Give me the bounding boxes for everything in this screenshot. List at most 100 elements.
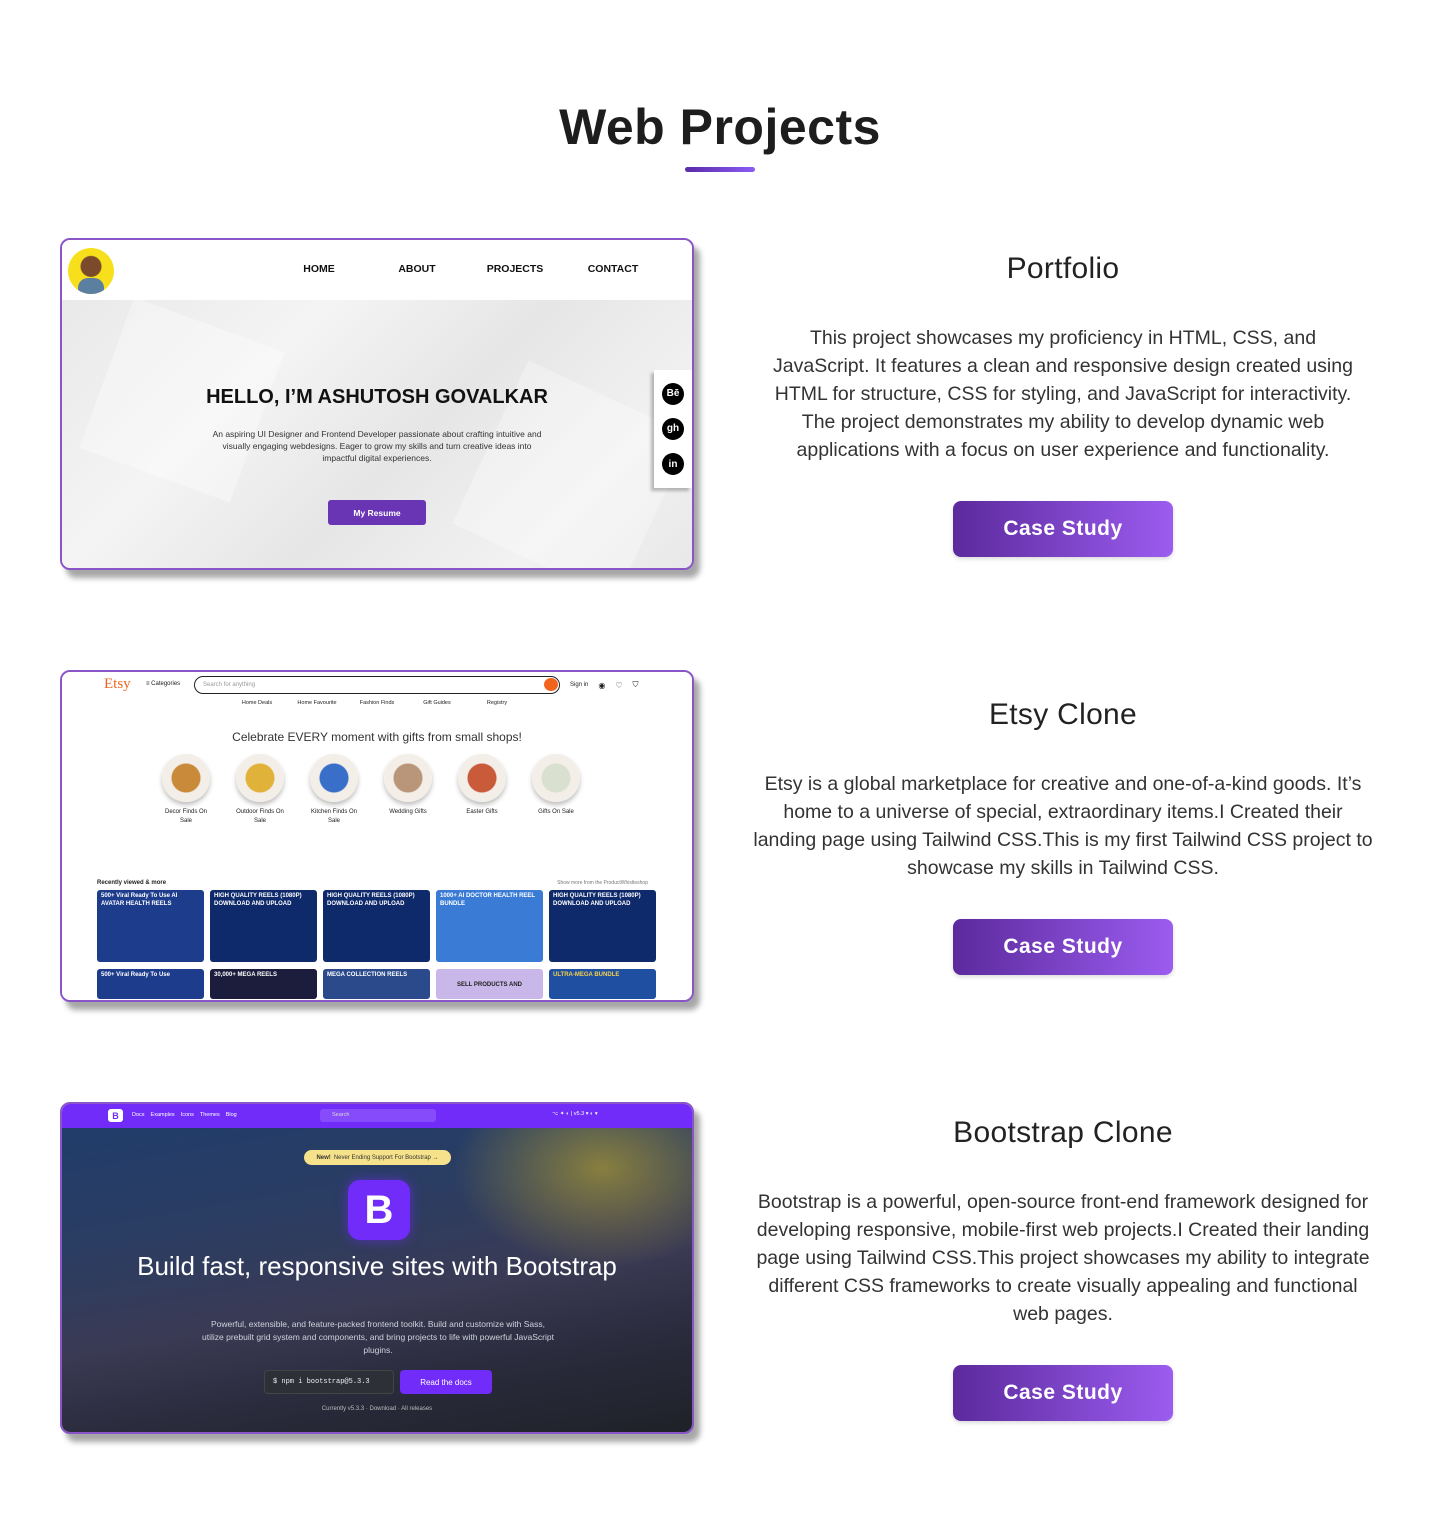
product-tile[interactable]: 1000+ AI DOCTOR HEALTH REEL BUNDLE: [436, 890, 543, 962]
subnav-item[interactable]: Registry: [467, 700, 527, 706]
avatar: [68, 248, 114, 294]
current-version: Currently v5.3.3 · Download · All releas…: [321, 1406, 433, 1412]
bootstrap-big-logo: B: [348, 1180, 410, 1240]
product-tile-text: HIGH QUALITY REELS (1080P) DOWNLOAD AND …: [214, 893, 302, 907]
show-more-link[interactable]: Show more from the ProductWhistleshop: [557, 880, 648, 886]
category-item[interactable]: Decor Finds On Sale: [162, 754, 210, 826]
product-tile-text: HIGH QUALITY REELS (1080P) DOWNLOAD AND …: [553, 893, 641, 907]
sign-in-link[interactable]: Sign in: [570, 682, 588, 688]
bootstrap-search-input[interactable]: Search: [320, 1109, 436, 1122]
product-tile[interactable]: 30,000+ MEGA REELS: [210, 969, 317, 999]
bootstrap-hero: New! Never Ending Support For Bootstrap →…: [62, 1128, 692, 1432]
heart-icon[interactable]: ♡: [615, 681, 622, 690]
badge-text: Never Ending Support For Bootstrap →: [333, 1154, 439, 1161]
subnav-item[interactable]: Gift Guides: [407, 700, 467, 706]
nav-projects[interactable]: PROJECTS: [466, 263, 564, 275]
category-image: [236, 754, 284, 802]
product-tile[interactable]: SELL PRODUCTS AND: [436, 969, 543, 999]
category-item[interactable]: Outdoor Finds On Sale: [236, 754, 284, 826]
nav-contact[interactable]: CONTACT: [564, 263, 662, 275]
bootstrap-heading: Build fast, responsive sites with Bootst…: [137, 1251, 617, 1281]
category-circles: Decor Finds On Sale Outdoor Finds On Sal…: [162, 754, 580, 826]
product-tile-text: HIGH QUALITY REELS (1080P) DOWNLOAD AND …: [327, 893, 415, 907]
search-icon[interactable]: [544, 678, 558, 691]
read-docs-button[interactable]: Read the docs: [400, 1370, 492, 1394]
product-tile[interactable]: HIGH QUALITY REELS (1080P) DOWNLOAD AND …: [210, 890, 317, 962]
category-label: Wedding Gifts: [389, 809, 427, 815]
etsy-logo[interactable]: Etsy: [104, 676, 131, 693]
behance-icon[interactable]: Bē: [662, 382, 684, 405]
cart-icon[interactable]: ⛉: [633, 680, 639, 690]
case-study-button-bootstrap[interactable]: Case Study: [953, 1365, 1173, 1421]
social-bar: Bē gh in: [654, 370, 692, 488]
project-title: Bootstrap Clone: [953, 1116, 1173, 1149]
project-description: This project showcases my proficiency in…: [773, 327, 1353, 461]
product-tile-text: 500+ Viral Ready To Use AI AVATAR HEALTH…: [101, 893, 178, 907]
categories-menu[interactable]: ≡ Categories: [146, 681, 180, 687]
etsy-header: Etsy ≡ Categories Search for anything Si…: [62, 672, 692, 714]
case-study-button-portfolio[interactable]: Case Study: [953, 501, 1173, 557]
case-study-button-etsy[interactable]: Case Study: [953, 919, 1173, 975]
product-tile-text: 30,000+ MEGA REELS: [214, 972, 277, 978]
hero-heading: HELLO, I’M ASHUTOSH GOVALKAR: [206, 386, 548, 408]
category-image: [310, 754, 358, 802]
product-tile[interactable]: MEGA COLLECTION REELS: [323, 969, 430, 999]
nav-themes[interactable]: Themes: [200, 1112, 220, 1118]
category-image: [384, 754, 432, 802]
bootstrap-screenshot[interactable]: B Docs Examples Icons Themes Blog Search…: [60, 1102, 694, 1434]
bootstrap-nav: B Docs Examples Icons Themes Blog Search…: [62, 1104, 692, 1128]
search-placeholder: Search for anything: [203, 682, 256, 688]
nav-home[interactable]: HOME: [270, 263, 368, 275]
product-tile[interactable]: HIGH QUALITY REELS (1080P) DOWNLOAD AND …: [323, 890, 430, 962]
product-tile[interactable]: 500+ Viral Ready To Use: [97, 969, 204, 999]
subnav-item[interactable]: Home Deals: [227, 700, 287, 706]
github-icon[interactable]: gh: [662, 417, 684, 440]
portfolio-hero: HELLO, I’M ASHUTOSH GOVALKAR An aspiring…: [62, 300, 692, 568]
project-description: Etsy is a global marketplace for creativ…: [753, 773, 1373, 879]
project-description: Bootstrap is a powerful, open-source fro…: [756, 1191, 1370, 1325]
category-image: [458, 754, 506, 802]
product-tile[interactable]: HIGH QUALITY REELS (1080P) DOWNLOAD AND …: [549, 890, 656, 962]
etsy-body: Celebrate EVERY moment with gifts from s…: [62, 714, 692, 1000]
etsy-tagline: Celebrate EVERY moment with gifts from s…: [232, 730, 522, 744]
recently-viewed-label: Recently viewed & more: [97, 880, 167, 886]
bootstrap-logo[interactable]: B: [108, 1109, 123, 1122]
nav-blog[interactable]: Blog: [226, 1112, 237, 1118]
portfolio-info: Portfolio This project showcases my prof…: [752, 252, 1374, 464]
etsy-search-input[interactable]: Search for anything: [194, 676, 560, 694]
nav-docs[interactable]: Docs: [132, 1112, 145, 1118]
category-label: Outdoor Finds On Sale: [236, 809, 284, 824]
product-grid: 500+ Viral Ready To Use AI AVATAR HEALTH…: [97, 890, 656, 999]
nav-examples[interactable]: Examples: [151, 1112, 175, 1118]
product-tile[interactable]: ULTRA-MEGA BUNDLE: [549, 969, 656, 999]
category-image: [532, 754, 580, 802]
hero-intro: An aspiring UI Designer and Frontend Dev…: [212, 429, 542, 463]
resume-button[interactable]: My Resume: [328, 500, 426, 525]
product-tile-text: 1000+ AI DOCTOR HEALTH REEL BUNDLE: [440, 893, 535, 907]
category-item[interactable]: Gifts On Sale: [532, 754, 580, 826]
portfolio-screenshot[interactable]: HOME ABOUT PROJECTS CONTACT HELLO, I’M A…: [60, 238, 694, 570]
nav-about[interactable]: ABOUT: [368, 263, 466, 275]
nav-icons[interactable]: Icons: [181, 1112, 194, 1118]
subnav-item[interactable]: Home Favourite: [287, 700, 347, 706]
support-badge[interactable]: New! Never Ending Support For Bootstrap →: [304, 1150, 451, 1165]
product-tile-text: 500+ Viral Ready To Use: [101, 972, 170, 978]
category-item[interactable]: Easter Gifts: [458, 754, 506, 826]
category-item[interactable]: Wedding Gifts: [384, 754, 432, 826]
etsy-screenshot[interactable]: Etsy ≡ Categories Search for anything Si…: [60, 670, 694, 1002]
bootstrap-description: Powerful, extensible, and feature-packed…: [202, 1319, 554, 1355]
product-tile-text: MEGA COLLECTION REELS: [327, 972, 408, 978]
product-tile-text: ULTRA-MEGA BUNDLE: [553, 972, 620, 978]
project-title: Portfolio: [1006, 252, 1120, 285]
category-image: [162, 754, 210, 802]
etsy-subnav: Home Deals Home Favourite Fashion Finds …: [62, 700, 692, 706]
category-label: Easter Gifts: [466, 809, 498, 815]
npm-install-command[interactable]: $ npm i bootstrap@5.3.3: [264, 1370, 394, 1394]
globe-icon[interactable]: ◉: [598, 681, 605, 690]
linkedin-icon[interactable]: in: [662, 453, 684, 476]
bootstrap-nav-right[interactable]: ⌥ ✦ ◐ | v5.3 ▾ ◐ ▾: [552, 1111, 598, 1117]
etsy-info: Etsy Clone Etsy is a global marketplace …: [752, 698, 1374, 882]
subnav-item[interactable]: Fashion Finds: [347, 700, 407, 706]
category-item[interactable]: Kitchen Finds On Sale: [310, 754, 358, 826]
product-tile[interactable]: 500+ Viral Ready To Use AI AVATAR HEALTH…: [97, 890, 204, 962]
